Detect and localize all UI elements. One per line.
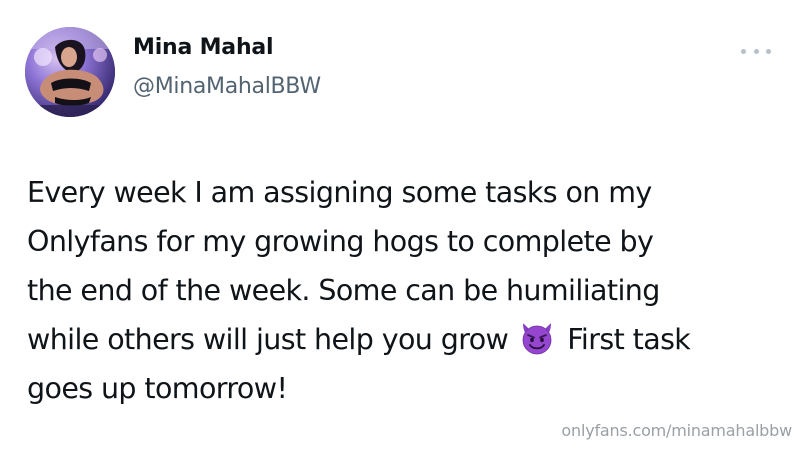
tweet-line-segment: while others will just help you grow xyxy=(27,323,509,356)
watermark-url: onlyfans.com/minamahalbbw xyxy=(561,421,792,440)
author-avatar[interactable] xyxy=(25,27,115,117)
author-name[interactable]: Mina Mahal xyxy=(133,35,274,60)
tweet-card: Mina Mahal @MinaMahalBBW Every week I am… xyxy=(0,0,800,450)
ellipsis-icon-dot xyxy=(753,48,759,54)
tweet-line: goes up tomorrow! xyxy=(27,372,288,405)
tweet-line: the end of the week. Some can be humilia… xyxy=(27,274,660,307)
tweet-line: while others will just help you grow Fir… xyxy=(27,315,797,364)
profile-photo-icon xyxy=(25,27,115,117)
tweet-line: Onlyfans for my growing hogs to complete… xyxy=(27,225,654,258)
more-options-button[interactable] xyxy=(741,41,771,61)
smiling-face-with-horns-icon xyxy=(519,320,555,356)
ellipsis-icon-dot xyxy=(766,48,771,54)
tweet-line: Every week I am assigning some tasks on … xyxy=(27,176,652,209)
ellipsis-icon-dot xyxy=(741,48,746,54)
tweet-text: Every week I am assigning some tasks on … xyxy=(27,168,797,413)
author-handle[interactable]: @MinaMahalBBW xyxy=(133,74,321,99)
tweet-line-segment: First task xyxy=(567,323,691,356)
